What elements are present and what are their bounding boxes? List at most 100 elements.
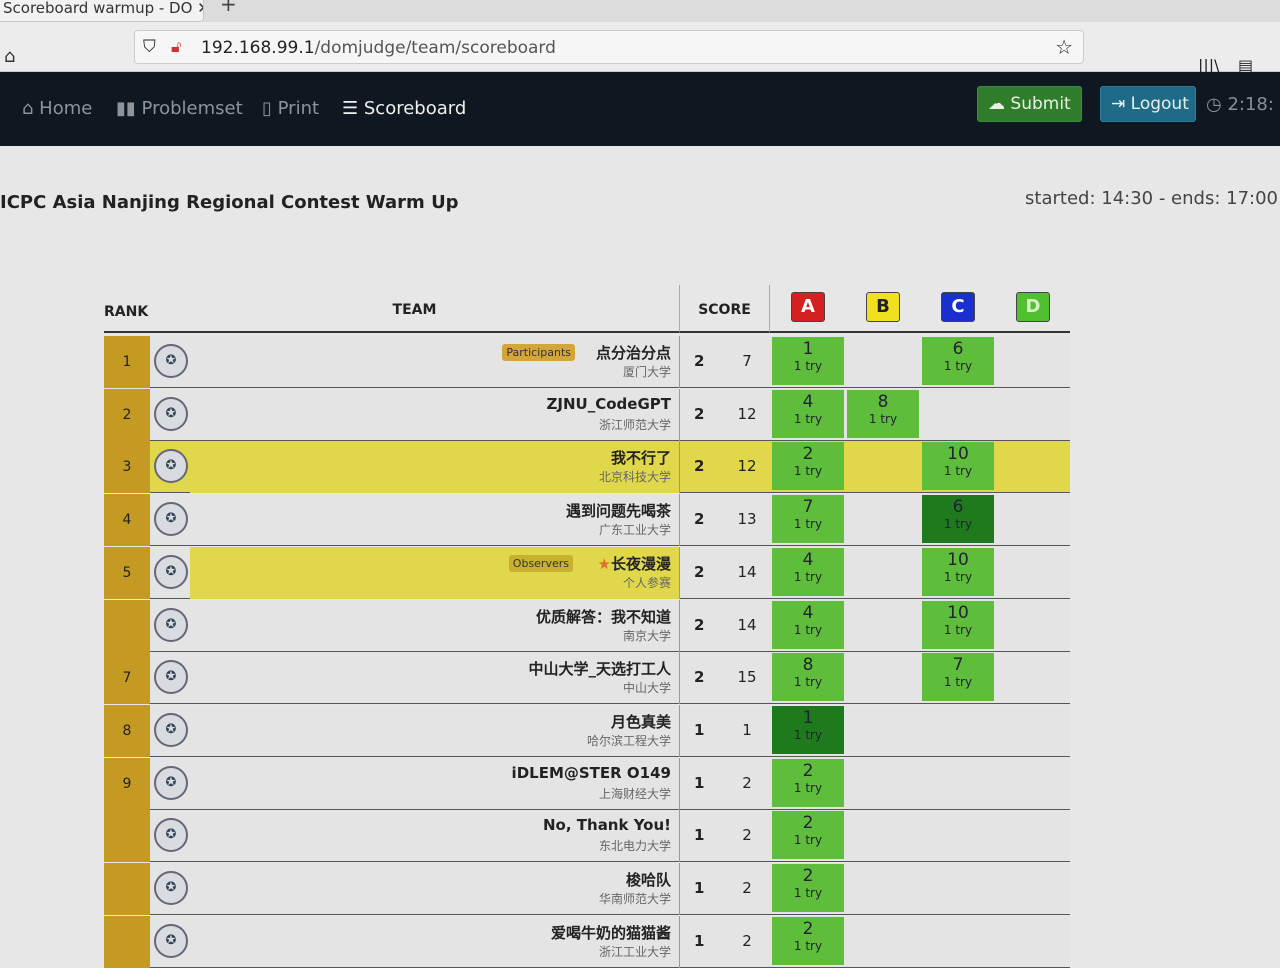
try-count: 1 try: [943, 517, 973, 532]
team-cell[interactable]: ZJNU_CodeGPT 浙江师范大学: [190, 388, 680, 441]
try-count: 1 try: [943, 622, 973, 637]
table-row[interactable]: 4 ✪ 遇到问题先喝茶 广东工业大学 2 13 7 1 try 6 1 try: [104, 494, 1070, 547]
try-count: 1 try: [793, 411, 823, 426]
table-row[interactable]: 2 ✪ ZJNU_CodeGPT 浙江师范大学 2 12 4 1 try 8 1 try: [104, 388, 1070, 441]
new-tab-icon[interactable]: +: [220, 0, 237, 16]
nav-home[interactable]: ⌂ Home: [22, 98, 92, 119]
problem-badge-b[interactable]: B: [866, 292, 900, 322]
table-row[interactable]: 1 ✪ 点分治分点 厦门大学 Participants 2 7 1 1 try 6 1 try: [104, 336, 1070, 388]
table-row[interactable]: 3 ✪ 我不行了 北京科技大学 2 12 2 1 try 10 1 try: [104, 441, 1070, 494]
table-row[interactable]: ✪ No, Thank You! 东北电力大学 1 2 2 1 try: [104, 810, 1070, 863]
logout-button[interactable]: ⇥ Logout: [1100, 86, 1196, 122]
team-name[interactable]: 爱喝牛奶的猫猫酱: [551, 922, 671, 943]
problem-cell-c[interactable]: 61 try: [922, 495, 994, 544]
problem-cell-c[interactable]: 10 1 try: [922, 547, 994, 596]
problem-cell-c[interactable]: 71 try: [922, 653, 994, 702]
team-name[interactable]: 月色真美: [611, 711, 671, 732]
team-logo: ✪: [154, 712, 188, 747]
try-count: 1 try: [793, 359, 823, 373]
problem-badge-d[interactable]: D: [1016, 292, 1050, 322]
shield-icon[interactable]: ⛉: [143, 37, 156, 57]
try-count: 1 try: [943, 464, 973, 479]
problem-cell-c[interactable]: 10 1 try: [922, 600, 994, 649]
table-row[interactable]: ✪ 梭哈队 华南师范大学 1 2 2 1 try: [104, 863, 1070, 915]
close-tab-icon[interactable]: ✕: [197, 0, 203, 17]
nav-print[interactable]: ▯ Print: [262, 98, 319, 119]
table-row[interactable]: 8 ✪ 月色真美 哈尔滨工程大学 1 1 1 1 try: [104, 704, 1070, 757]
team-name[interactable]: iDLEM@STER O149: [512, 764, 671, 782]
problem-cell-a[interactable]: 21 try: [772, 811, 844, 860]
problem-cell-a[interactable]: 81 try: [772, 653, 844, 702]
team-cell[interactable]: iDLEM@STER O149 上海财经大学: [190, 757, 680, 810]
try-count: 1 try: [793, 675, 823, 690]
team-cell[interactable]: 月色真美 哈尔滨工程大学: [190, 704, 680, 757]
problem-cell-c[interactable]: 10 1 try: [922, 442, 994, 491]
solve-time: 6: [952, 497, 964, 518]
team-cell[interactable]: 中山大学_天选打工人 中山大学: [190, 652, 680, 705]
nav-problemset[interactable]: ▮▮ Problemset: [116, 98, 243, 119]
team-logo: ✪: [154, 396, 188, 431]
table-row[interactable]: 9 ✪ iDLEM@STER O149 上海财经大学 1 2 2 1 try: [104, 757, 1070, 810]
problem-cell-a[interactable]: 41 try: [772, 547, 844, 596]
team-affiliation: 浙江师范大学: [598, 417, 671, 432]
bookmark-star-icon[interactable]: ☆: [1055, 35, 1073, 59]
try-count: 1 try: [793, 833, 823, 848]
team-cell[interactable]: No, Thank You! 东北电力大学: [190, 810, 680, 863]
team-cell[interactable]: 优质解答：我不知道 南京大学: [190, 599, 680, 652]
insecure-lock-icon[interactable]: 🔓︎: [171, 37, 181, 57]
team-logo: ✪: [154, 818, 188, 853]
team-affiliation: 广东工业大学: [598, 523, 671, 538]
problem-cell-b[interactable]: 81 try: [847, 389, 919, 438]
problem-cell-a[interactable]: 41 try: [772, 600, 844, 649]
team-name[interactable]: ZJNU_CodeGPT: [547, 395, 671, 413]
problem-badge-a[interactable]: A: [791, 292, 825, 322]
problem-cell-a[interactable]: 21 try: [772, 864, 844, 912]
solve-time: 2: [802, 444, 814, 465]
rank-cell: [104, 599, 150, 652]
team-name-text: 梭哈队: [625, 871, 671, 889]
address-bar[interactable]: ⛉ 🔓︎ 192.168.99.1/domjudge/team/scoreboa…: [134, 30, 1084, 64]
team-name-text: 我不行了: [610, 449, 671, 468]
sign-out-icon: ⇥: [1111, 94, 1126, 114]
table-row[interactable]: 5 ✪ ★长夜漫漫 个人参赛 Observers 2 14 4 1 try 10 1 try: [104, 546, 1070, 599]
team-cell[interactable]: ★长夜漫漫 个人参赛 Observers: [190, 546, 680, 599]
team-cell[interactable]: 遇到问题先喝茶广东工业大学: [190, 494, 680, 547]
browser-tab[interactable]: Scoreboard warmup - DO ✕: [0, 0, 204, 22]
problem-cell-a[interactable]: 11 try: [772, 337, 844, 385]
problem-cell-a[interactable]: 41 try: [772, 389, 844, 438]
category-badge: Participants: [502, 344, 575, 361]
problem-cell-a[interactable]: 21 try: [772, 916, 844, 965]
problem-cell-a[interactable]: 71 try: [772, 495, 844, 544]
problem-badge-c[interactable]: C: [941, 292, 975, 322]
team-name[interactable]: 我不行了: [611, 447, 671, 468]
team-cell[interactable]: 梭哈队 华南师范大学: [190, 863, 680, 915]
url-text[interactable]: 192.168.99.1/domjudge/team/scoreboard: [201, 38, 556, 58]
team-cell[interactable]: 点分治分点 厦门大学 Participants: [190, 336, 680, 388]
home-icon[interactable]: ⌂: [4, 46, 15, 67]
table-row[interactable]: 7 ✪ 中山大学_天选打工人 中山大学 2 15 8 1 try 7 1 try: [104, 652, 1070, 705]
team-cell[interactable]: 我不行了 北京科技大学: [190, 441, 680, 494]
nav-label: Problemset: [141, 98, 243, 119]
clock-icon: ◷: [1206, 94, 1222, 115]
team-logo: ✪: [154, 344, 188, 378]
solved-count: 1: [694, 879, 705, 897]
team-name[interactable]: 点分治分点: [596, 342, 671, 363]
button-label: Logout: [1130, 94, 1189, 114]
problem-cell-a[interactable]: 21 try: [772, 758, 844, 807]
problem-cell-c[interactable]: 61 try: [922, 337, 994, 385]
penalty-time: 1: [742, 720, 752, 739]
team-name[interactable]: 梭哈队: [626, 869, 671, 890]
team-name[interactable]: 遇到问题先喝茶: [566, 500, 671, 521]
team-name-text: 点分治分点: [595, 344, 671, 362]
team-name[interactable]: ★长夜漫漫: [598, 553, 671, 574]
penalty-time: 2: [742, 879, 752, 897]
table-row[interactable]: ✪ 优质解答：我不知道 南京大学 2 14 4 1 try 10 1 try: [104, 599, 1070, 652]
team-name[interactable]: 优质解答：我不知道: [536, 606, 671, 627]
nav-scoreboard[interactable]: ☰ Scoreboard: [342, 98, 466, 119]
team-name[interactable]: 中山大学_天选打工人: [528, 658, 671, 679]
problem-cell-a[interactable]: 21 try: [772, 442, 844, 491]
rank-cell: [104, 810, 150, 863]
problem-cell-a[interactable]: 11 try: [772, 705, 844, 754]
submit-button[interactable]: ☁ Submit: [977, 86, 1082, 122]
team-name[interactable]: No, Thank You!: [543, 816, 671, 834]
